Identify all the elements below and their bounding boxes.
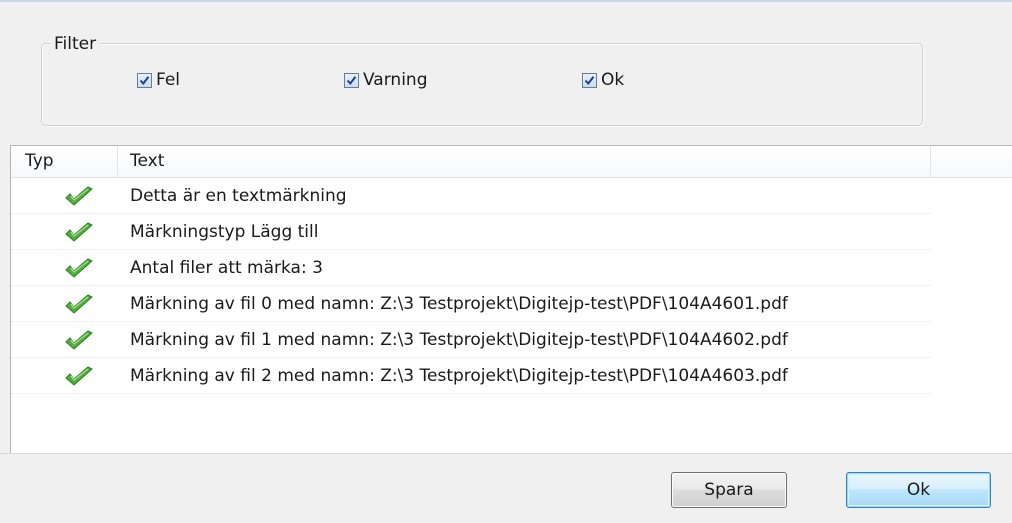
checkbox-checked-icon[interactable]	[344, 72, 359, 88]
list-row[interactable]: Detta är en textmärkning	[11, 178, 931, 214]
list-header: Typ Text	[11, 146, 1012, 178]
ok-check-icon	[65, 258, 93, 278]
checkbox-varning-label: Varning	[363, 70, 428, 90]
window-top-border	[0, 0, 1012, 2]
row-text: Detta är en textmärkning	[130, 186, 347, 206]
checkbox-varning[interactable]: Varning	[344, 69, 427, 91]
filter-group-title: Filter	[50, 34, 101, 54]
ok-check-icon	[65, 294, 93, 314]
checkbox-checked-icon[interactable]	[137, 72, 152, 88]
column-header-text[interactable]: Text	[118, 146, 931, 177]
checkbox-checked-icon[interactable]	[582, 72, 597, 88]
column-header-filler	[931, 146, 1012, 177]
checkbox-fel-label: Fel	[156, 70, 181, 90]
ok-check-icon	[65, 186, 93, 206]
list-row[interactable]: Märkningstyp Lägg till	[11, 214, 931, 250]
ok-button[interactable]: Ok	[846, 472, 991, 508]
bottom-separator	[0, 453, 1012, 454]
row-text: Märkning av fil 2 med namn: Z:\3 Testpro…	[130, 366, 788, 386]
row-text: Märkning av fil 0 med namn: Z:\3 Testpro…	[130, 294, 788, 314]
ok-check-icon	[65, 330, 93, 350]
column-header-typ[interactable]: Typ	[11, 146, 118, 177]
save-button[interactable]: Spara	[671, 472, 787, 508]
row-text: Märkning av fil 1 med namn: Z:\3 Testpro…	[130, 330, 788, 350]
list-row[interactable]: Märkning av fil 0 med namn: Z:\3 Testpro…	[11, 286, 931, 322]
checkbox-fel[interactable]: Fel	[137, 69, 180, 91]
ok-check-icon	[65, 366, 93, 386]
row-text: Antal filer att märka: 3	[130, 258, 323, 278]
row-text: Märkningstyp Lägg till	[130, 222, 319, 242]
checkbox-ok-label: Ok	[601, 70, 625, 90]
checkbox-ok[interactable]: Ok	[582, 69, 624, 91]
list-row[interactable]: Märkning av fil 2 med namn: Z:\3 Testpro…	[11, 358, 931, 394]
list-row[interactable]: Antal filer att märka: 3	[11, 250, 931, 286]
list-row[interactable]: Märkning av fil 1 med namn: Z:\3 Testpro…	[11, 322, 931, 358]
log-list[interactable]: Typ Text Detta är en textmärkning Märkni…	[10, 145, 1012, 453]
ok-check-icon	[65, 222, 93, 242]
